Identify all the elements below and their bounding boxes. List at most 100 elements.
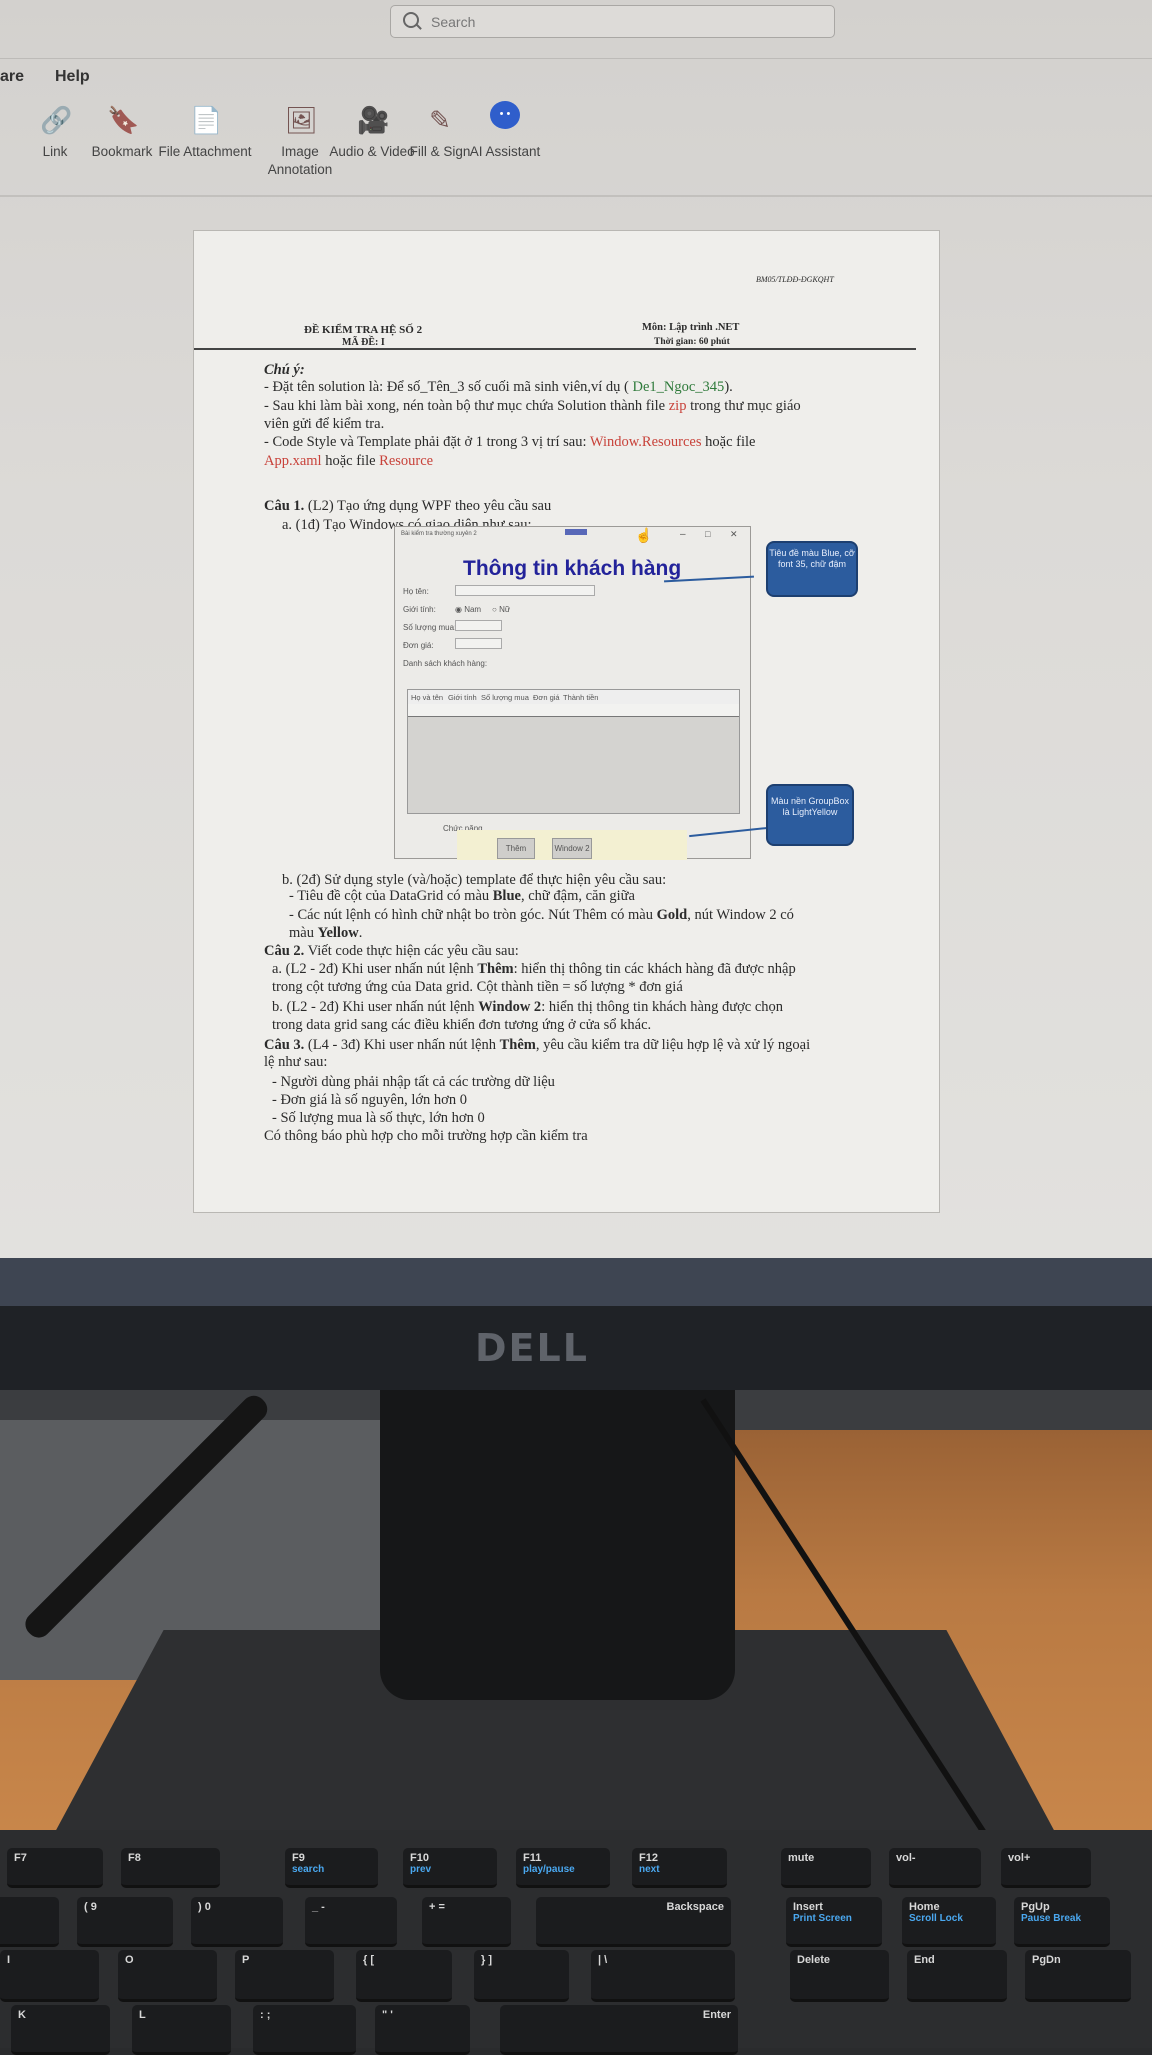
key-vol[interactable]: vol+ — [1001, 1848, 1091, 1888]
fill-sign-icon[interactable]: ✎ — [425, 103, 455, 137]
key-function-label: prev — [410, 1864, 432, 1875]
text-segment: - Tiêu đề cột của DataGrid có màu — [289, 888, 493, 904]
text-segment: ). — [724, 379, 733, 395]
menu-help[interactable]: Help — [55, 68, 90, 86]
key-function-label: next — [639, 1864, 660, 1875]
menu-share[interactable]: are — [0, 68, 24, 86]
pdf-page: BM05/TLĐĐ-ĐGKQHT ĐỀ KIỂM TRA HỆ SỐ 2 MÃ … — [193, 230, 940, 1213]
text-segment: , nút Window 2 có — [687, 907, 794, 923]
text-segment: - Code Style và Template phải đặt ở 1 tr… — [264, 434, 590, 450]
divider — [0, 58, 1152, 59]
key-symbol[interactable]: { [ — [356, 1950, 452, 2002]
document-line: - Đặt tên solution là: Để số_Tên_3 số cu… — [264, 378, 733, 396]
key-label: P — [242, 1954, 250, 1966]
key-symbol[interactable]: | \ — [591, 1950, 735, 2002]
text-segment: Yellow — [317, 925, 359, 941]
text-segment: Viết code thực hiện các yêu cầu sau: — [304, 943, 519, 959]
key-f7[interactable]: F7 — [7, 1848, 103, 1888]
key-label: _ - — [312, 1901, 325, 1913]
key-label: K — [18, 2009, 26, 2021]
key-i[interactable]: I — [0, 1950, 99, 2002]
key-o[interactable]: O — [118, 1950, 217, 2002]
document-line: App.xaml hoặc file Resource — [264, 452, 433, 470]
column-header: Thành tiền — [563, 693, 599, 702]
minimize-icon: – — [680, 529, 686, 540]
key-f11[interactable]: F11 play/pause — [516, 1848, 610, 1888]
key-backspace[interactable]: Backspace — [536, 1897, 731, 1947]
monitor-screen: Search are Help ht🔗Link🔖Bookmark📄File At… — [0, 0, 1152, 1258]
key-label: PgUp — [1021, 1901, 1050, 1913]
key-label: Delete — [797, 1954, 831, 1966]
key-label: Home — [909, 1901, 940, 1913]
radio-female-label: Nữ — [499, 605, 511, 614]
ai-assistant-icon[interactable]: • • — [490, 101, 520, 129]
text-segment: màu — [289, 925, 318, 941]
key-vol[interactable]: vol- — [889, 1848, 981, 1888]
key-label: " ' — [382, 2009, 393, 2021]
radio-male-label: Nam — [464, 605, 482, 614]
key-f10[interactable]: F10 prev — [403, 1848, 497, 1888]
add-button: Thêm — [497, 838, 535, 859]
text-segment: Câu 2. — [264, 943, 305, 959]
search-box[interactable]: Search — [390, 5, 835, 38]
key-f9[interactable]: F9 search — [285, 1848, 378, 1888]
key-0[interactable]: ) 0 — [191, 1897, 283, 1947]
key-9[interactable]: ( 9 — [77, 1897, 173, 1947]
hand-cursor-icon: ☝ — [635, 527, 653, 543]
column-header: Số lượng mua — [481, 693, 529, 702]
text-segment: Blue — [492, 888, 521, 904]
key-end[interactable]: End — [907, 1950, 1007, 2002]
text-segment: zip — [668, 398, 687, 414]
key-function-label: Pause Break — [1021, 1913, 1082, 1924]
text-segment: trong thư mục giáo — [686, 398, 801, 414]
key-mute[interactable]: mute — [781, 1848, 871, 1888]
document-line: Câu 1. (L2) Tạo ứng dụng WPF theo yêu cầ… — [264, 497, 551, 515]
text-segment: - Số lượng mua là số thực, lớn hơn 0 — [272, 1110, 485, 1126]
key-symbol[interactable]: _ - — [305, 1897, 397, 1947]
search-icon — [403, 12, 419, 28]
audio-video-icon[interactable]: 🎥 — [357, 103, 389, 137]
key-label: F10 — [410, 1852, 429, 1864]
radio-female: ○ Nữ — [492, 605, 511, 614]
link-icon[interactable]: 🔗 — [40, 103, 72, 137]
key-f8[interactable]: F8 — [121, 1848, 220, 1888]
bookmark-icon[interactable]: 🔖 — [107, 103, 139, 137]
text-segment: De1_Ngoc_345 — [632, 379, 725, 395]
key-f12[interactable]: F12 next — [632, 1848, 727, 1888]
datagrid-empty-row — [408, 704, 739, 717]
text-segment: - Đơn giá là số nguyên, lớn hơn 0 — [272, 1092, 467, 1108]
label-qty: Số lượng mua: — [403, 623, 457, 632]
key-symbol[interactable]: * — [0, 1897, 59, 1947]
ribbon-label[interactable]: AI Assistant — [455, 143, 555, 161]
key-label: Insert — [793, 1901, 823, 1913]
qty-input — [455, 620, 502, 631]
window-badge — [565, 529, 587, 535]
document-line: - Người dùng phải nhập tất cả các trường… — [272, 1073, 555, 1091]
price-input — [455, 638, 502, 649]
text-segment: trong data grid sang các điều khiển đơn … — [272, 1017, 652, 1033]
text-segment: Window 2 — [478, 999, 542, 1015]
window-caption: Bài kiểm tra thường xuyên 2 — [401, 531, 477, 537]
key-symbol[interactable]: } ] — [474, 1950, 569, 2002]
key-symbol[interactable]: + = — [422, 1897, 511, 1947]
window-heading: Thông tin khách hàng — [463, 557, 682, 580]
ribbon-label[interactable]: File Attachment — [155, 143, 255, 161]
text-segment: : hiển thị thông tin khách hàng được chọ… — [541, 999, 784, 1015]
key-insert[interactable]: Insert Print Screen — [786, 1897, 882, 1947]
key-home[interactable]: Home Scroll Lock — [902, 1897, 996, 1947]
highlight-icon[interactable] — [0, 103, 18, 137]
key-pgdn[interactable]: PgDn — [1025, 1950, 1131, 2002]
key-delete[interactable]: Delete — [790, 1950, 889, 2002]
text-segment: a. (L2 - 2đ) Khi user nhấn nút lệnh — [272, 961, 478, 977]
document-line: trong cột tương ứng của Data grid. Cột t… — [272, 978, 683, 996]
key-p[interactable]: P — [235, 1950, 334, 2002]
image-annotation-icon[interactable]: 🖼 — [285, 103, 318, 137]
key-function-label: play/pause — [523, 1864, 575, 1875]
key-label: | \ — [598, 1954, 608, 1966]
document-line: trong data grid sang các điều khiển đơn … — [272, 1016, 651, 1034]
file-attachment-icon[interactable]: 📄 — [190, 103, 222, 137]
key-pgup[interactable]: PgUp Pause Break — [1014, 1897, 1110, 1947]
document-line: - Sau khi làm bài xong, nén toàn bộ thư … — [264, 397, 801, 415]
text-segment: , yêu cầu kiểm tra dữ liệu hợp lệ và xử … — [535, 1037, 811, 1053]
document-line: b. (L2 - 2đ) Khi user nhấn nút lệnh Wind… — [272, 998, 783, 1016]
